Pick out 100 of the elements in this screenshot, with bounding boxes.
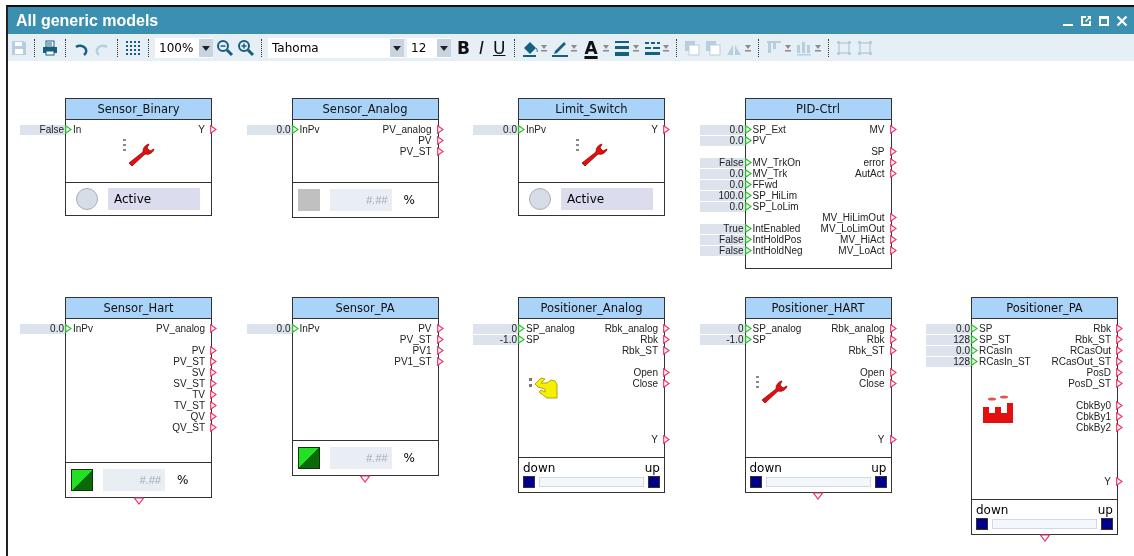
output-label: QV	[190, 411, 205, 422]
input-label: RCasIn	[979, 345, 1013, 356]
block-title: Positioner_PA	[972, 298, 1117, 319]
output-label: Y	[1104, 476, 1111, 487]
max-label: up	[1097, 502, 1113, 518]
input-value[interactable]: 0.0	[926, 345, 971, 356]
input-value[interactable]: 0.0	[699, 201, 745, 212]
input-value[interactable]: 0.0	[246, 323, 292, 334]
input-label: MV_Trk	[752, 168, 788, 179]
input-value[interactable]: 0	[699, 323, 745, 334]
input-value[interactable]: True	[699, 223, 745, 234]
input-value[interactable]: -1.0	[473, 334, 518, 345]
min-label: down	[523, 460, 556, 476]
input-value[interactable]: 0.0	[473, 124, 518, 135]
input-value[interactable]: False	[699, 234, 745, 245]
line-weight-icon[interactable]	[612, 38, 631, 57]
grid-icon[interactable]	[124, 38, 142, 57]
output-label: RCasOut_ST	[1051, 356, 1111, 367]
output-label: PV_ST	[399, 146, 432, 157]
block-title: PID-Ctrl	[745, 99, 891, 120]
italic-button[interactable]: I	[475, 36, 487, 59]
input-label: FFwd	[752, 179, 778, 190]
zoom-out-icon[interactable]	[216, 38, 234, 57]
input-value[interactable]: 128	[926, 356, 971, 367]
value-field[interactable]: #.##	[329, 447, 392, 469]
output-port-icon[interactable]	[663, 435, 670, 444]
input-label: SP	[752, 334, 766, 345]
value-field[interactable]: #.##	[103, 469, 165, 491]
block-title: Sensor_PA	[292, 298, 438, 319]
input-value[interactable]: False	[20, 124, 65, 135]
input-label: SP_Ext	[752, 124, 786, 135]
output-label: Y	[198, 124, 205, 135]
block-title: Sensor_Hart	[66, 298, 211, 319]
popout-icon[interactable]	[1080, 14, 1092, 27]
input-value[interactable]: 0.0	[20, 323, 65, 334]
input-value[interactable]: 0.0	[246, 124, 292, 135]
input-value[interactable]: 0	[473, 323, 518, 334]
output-label: PV	[418, 135, 432, 146]
output-label: PV_ST	[399, 334, 432, 345]
output-port-icon[interactable]	[1116, 477, 1123, 486]
output-label: Y	[651, 124, 658, 135]
output-label: Y	[877, 434, 885, 445]
input-value[interactable]: 0.0	[926, 323, 971, 334]
zoom-in-icon[interactable]	[237, 38, 255, 57]
output-label: Rbk	[1093, 323, 1111, 334]
output-port-icon[interactable]	[210, 125, 217, 134]
output-label: Rbk	[640, 334, 658, 345]
output-port-icon[interactable]	[210, 324, 217, 333]
input-label: IntHoldNeg	[752, 245, 803, 256]
output-label: Rbk_analog	[831, 323, 885, 334]
slider-track[interactable]	[992, 519, 1097, 529]
input-label: SP	[526, 334, 540, 345]
input-label: SP	[979, 323, 993, 334]
input-label: SP_LoLim	[752, 201, 799, 212]
window-title: All generic models	[16, 11, 159, 30]
text-color-button[interactable]: A	[581, 36, 601, 59]
input-value[interactable]: 0.0	[699, 135, 745, 146]
output-label: Rbk_ST	[1074, 334, 1111, 345]
bold-button[interactable]: B	[454, 36, 473, 59]
output-port-icon[interactable]	[663, 125, 670, 134]
input-value[interactable]: False	[699, 157, 745, 168]
input-label: SP_analog	[752, 323, 802, 334]
dropdown[interactable]: Tahoma	[268, 37, 404, 58]
print-icon[interactable]	[41, 38, 59, 57]
input-value[interactable]: 0.0	[699, 168, 745, 179]
caret-icon[interactable]	[437, 38, 451, 57]
caret-icon[interactable]	[390, 38, 404, 57]
input-value[interactable]: 128	[926, 334, 971, 345]
caret-icon[interactable]	[199, 38, 213, 57]
value-field[interactable]: #.##	[329, 189, 392, 211]
input-value[interactable]: 0.0	[699, 124, 745, 135]
output-label: SV	[191, 367, 205, 378]
slider-track[interactable]	[765, 477, 871, 487]
maximize-icon[interactable]	[1098, 14, 1110, 27]
output-label: Close	[858, 378, 885, 389]
output-port-icon[interactable]	[889, 435, 897, 444]
output-label: Close	[632, 378, 658, 389]
close-icon[interactable]	[1116, 14, 1128, 27]
input-label: PV	[752, 135, 766, 146]
input-label: IntHoldPos	[752, 234, 802, 245]
input-label: RCasIn_ST	[979, 356, 1031, 367]
min-label: down	[749, 460, 782, 476]
input-label: InPv	[73, 323, 93, 334]
input-value[interactable]: -1.0	[699, 334, 745, 345]
output-label: Rbk_ST	[621, 345, 658, 356]
output-label: error	[863, 157, 885, 168]
output-label: PV_analog	[156, 323, 205, 334]
output-label: MV_LoLimOut	[820, 223, 885, 234]
dropdown[interactable]: 12	[407, 37, 451, 58]
output-label: PosD_ST	[1068, 378, 1111, 389]
underline-button[interactable]: U	[490, 36, 509, 59]
output-port-icon[interactable]	[889, 125, 897, 134]
unit-label: %	[177, 473, 189, 487]
output-label: AutAct	[855, 168, 885, 179]
input-value[interactable]: 100.0	[699, 190, 745, 201]
input-label: InPv	[299, 323, 320, 334]
slider-track[interactable]	[539, 477, 644, 487]
input-value[interactable]: False	[699, 245, 745, 256]
input-value[interactable]: 0.0	[699, 179, 745, 190]
dropdown[interactable]: 100%	[155, 37, 213, 58]
